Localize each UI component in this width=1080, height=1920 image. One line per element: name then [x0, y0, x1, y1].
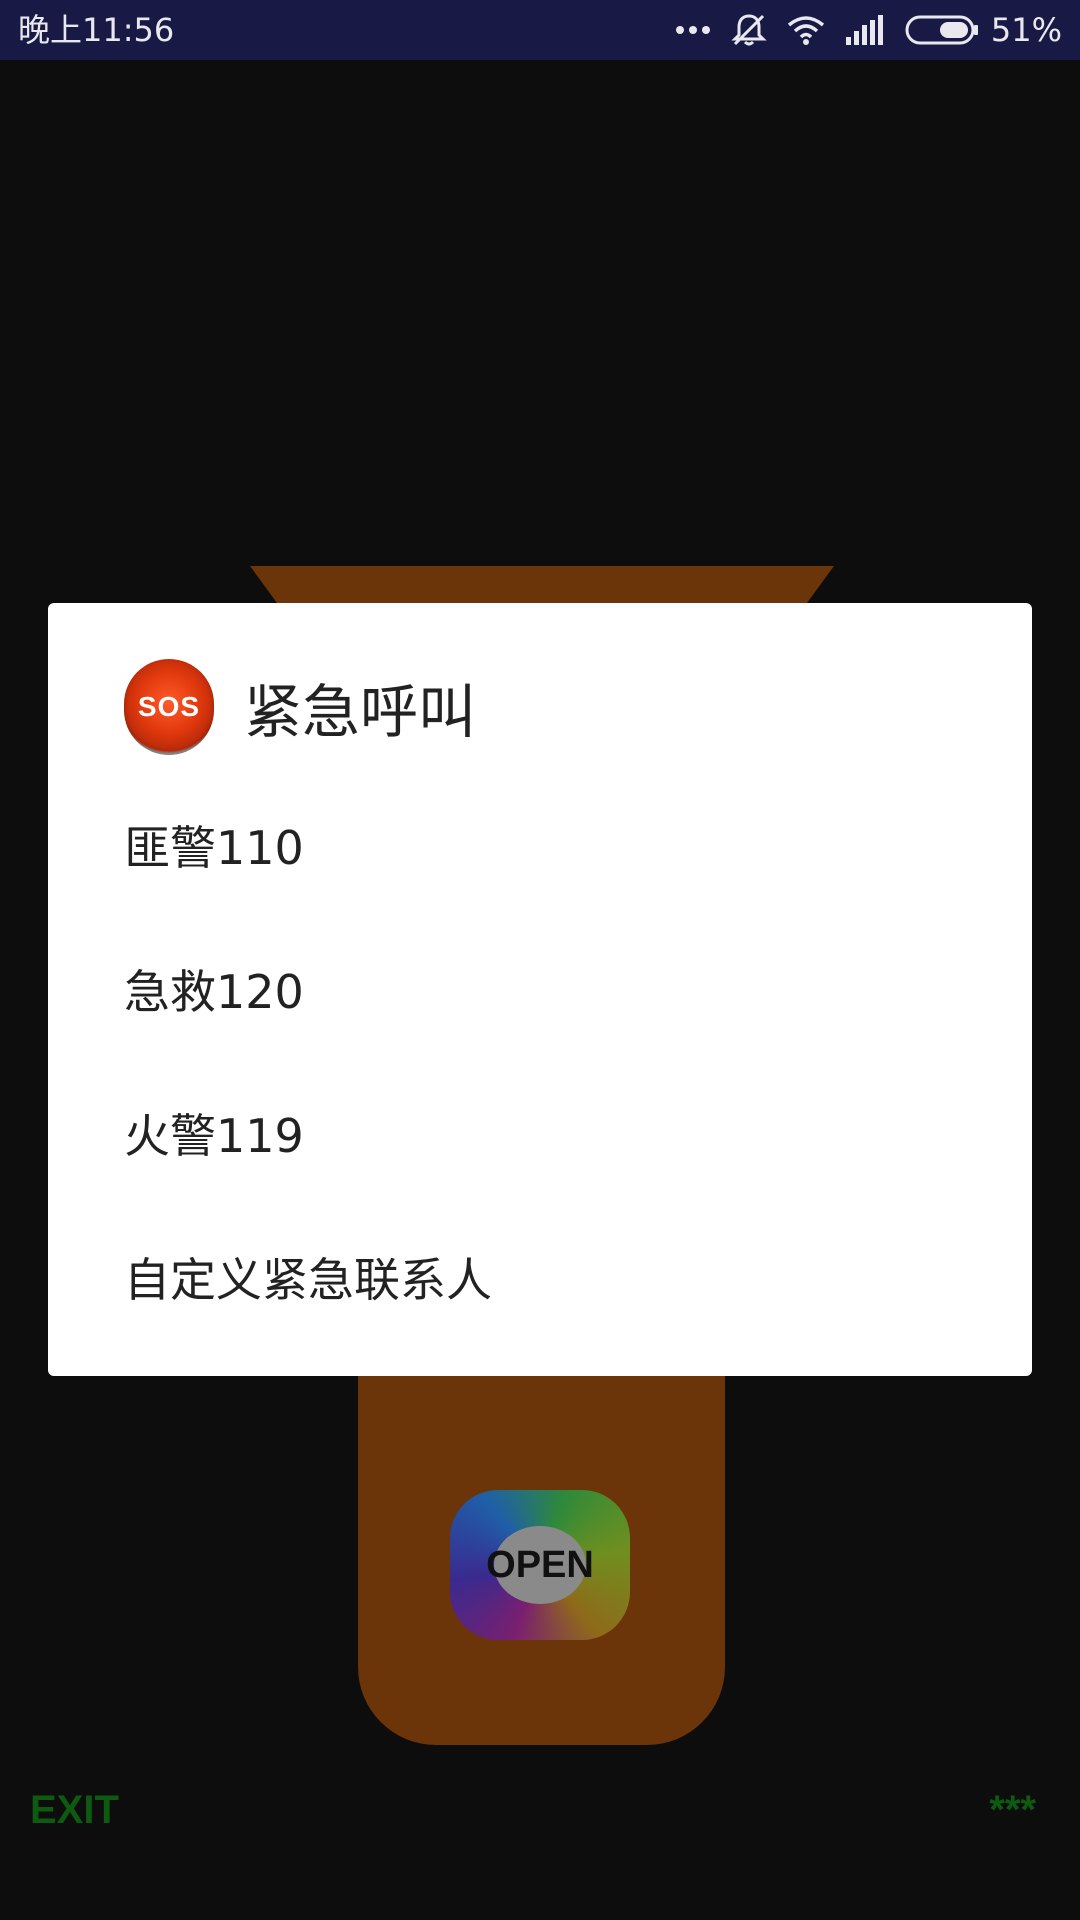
open-button[interactable]: OPEN — [450, 1490, 630, 1640]
flashlight-head — [250, 566, 834, 606]
dialog-options: 匪警110 急救120 火警119 自定义紧急联系人 — [48, 773, 1032, 1349]
battery-icon — [905, 15, 978, 45]
status-icons: 51% — [675, 10, 1062, 50]
option-custom-contact[interactable]: 自定义紧急联系人 — [48, 1205, 1032, 1349]
more-dots-icon — [675, 26, 710, 34]
open-label: OPEN — [486, 1543, 594, 1586]
emergency-call-dialog: SOS 紧急呼叫 匪警110 急救120 火警119 自定义紧急联系人 — [48, 603, 1032, 1376]
battery-percent: 51% — [990, 11, 1062, 49]
option-police[interactable]: 匪警110 — [48, 773, 1032, 917]
wifi-icon — [787, 16, 824, 45]
more-options-button[interactable]: *** — [989, 1788, 1036, 1833]
status-time: 晚上11:56 — [18, 11, 175, 49]
sos-icon: SOS — [124, 659, 214, 755]
sos-icon-label: SOS — [137, 691, 201, 722]
option-fire[interactable]: 火警119 — [48, 1061, 1032, 1205]
option-ambulance[interactable]: 急救120 — [48, 917, 1032, 1061]
status-bar: 晚上11:56 51% — [0, 0, 1080, 60]
exit-button[interactable]: EXIT — [30, 1788, 119, 1833]
signal-icon — [845, 15, 883, 45]
dialog-title: 紧急呼叫 — [244, 678, 477, 746]
dialog-header: SOS 紧急呼叫 — [124, 657, 476, 757]
mute-bell-icon — [731, 14, 767, 46]
